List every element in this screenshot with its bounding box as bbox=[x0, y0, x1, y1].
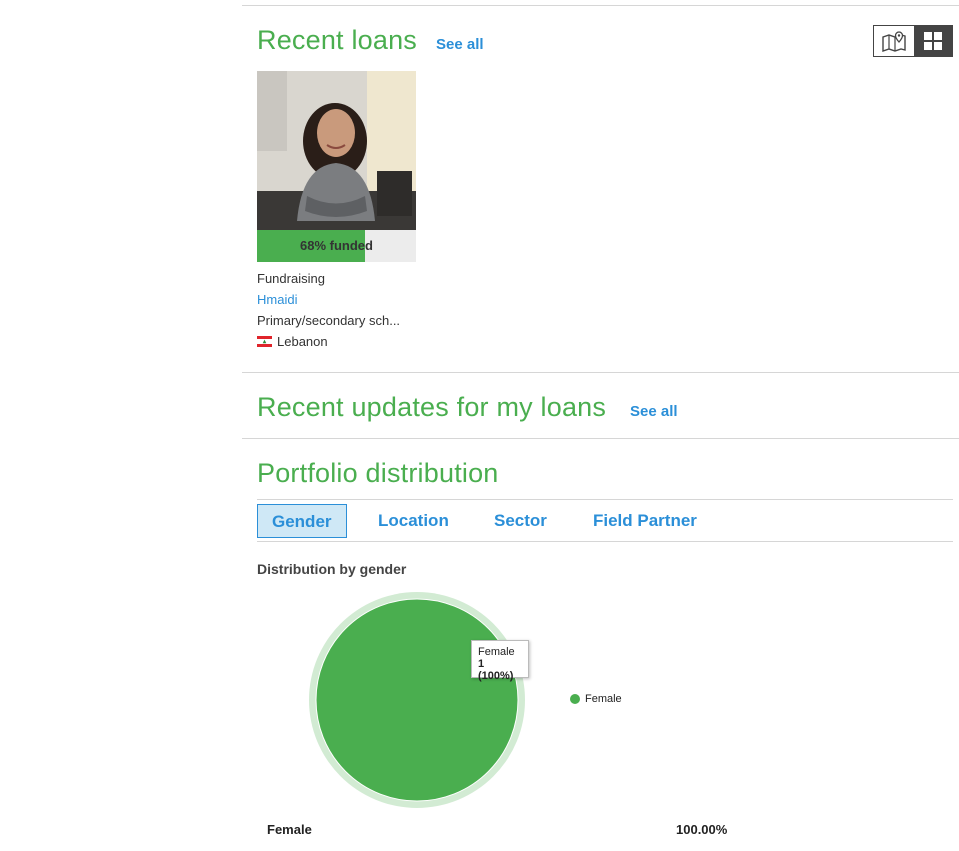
loan-country: Lebanon bbox=[257, 334, 328, 349]
tab-gender[interactable]: Gender bbox=[257, 504, 347, 538]
borrower-name-link[interactable]: Hmaidi bbox=[257, 292, 297, 307]
distribution-table-label: Female bbox=[267, 822, 312, 837]
updates-divider bbox=[242, 438, 959, 439]
tooltip-value: 1 (100%) bbox=[478, 658, 514, 682]
recent-loans-heading: Recent loans bbox=[257, 25, 417, 55]
funding-progress-bar: 68% funded bbox=[257, 230, 416, 262]
map-view-button[interactable] bbox=[874, 26, 914, 56]
chart-tooltip: Female 1 (100%) bbox=[471, 640, 529, 682]
loans-divider bbox=[242, 372, 959, 373]
portfolio-distribution-heading: Portfolio distribution bbox=[257, 458, 499, 488]
grid-view-button[interactable] bbox=[913, 26, 952, 56]
tab-field-partner[interactable]: Field Partner bbox=[593, 504, 697, 538]
chart-legend-item[interactable]: Female bbox=[570, 693, 622, 705]
gender-pie-chart[interactable] bbox=[297, 580, 537, 820]
loan-status: Fundraising bbox=[257, 271, 325, 286]
tooltip-label: Female bbox=[478, 646, 515, 658]
grid-icon bbox=[923, 32, 942, 50]
map-pin-icon bbox=[882, 31, 906, 52]
lebanon-flag-icon bbox=[257, 336, 272, 347]
funded-label: 68% funded bbox=[300, 238, 373, 253]
recent-updates-see-all-link[interactable]: See all bbox=[630, 403, 678, 420]
loan-sector: Primary/secondary sch... bbox=[257, 313, 401, 328]
distribution-subtitle: Distribution by gender bbox=[257, 561, 407, 577]
tab-location[interactable]: Location bbox=[378, 504, 449, 538]
distribution-tabs: Gender Location Sector Field Partner bbox=[257, 499, 953, 542]
distribution-table-value: 100.00% bbox=[676, 822, 728, 837]
legend-label: Female bbox=[585, 693, 622, 705]
recent-updates-heading: Recent updates for my loans bbox=[257, 392, 607, 422]
view-toggle bbox=[873, 25, 953, 57]
tab-sector[interactable]: Sector bbox=[494, 504, 547, 538]
top-divider bbox=[242, 5, 959, 6]
country-name: Lebanon bbox=[277, 334, 328, 349]
pie-slice-female[interactable] bbox=[315, 598, 519, 802]
legend-swatch bbox=[570, 694, 580, 704]
borrower-photo[interactable] bbox=[257, 71, 416, 230]
recent-loans-see-all-link[interactable]: See all bbox=[436, 36, 484, 53]
